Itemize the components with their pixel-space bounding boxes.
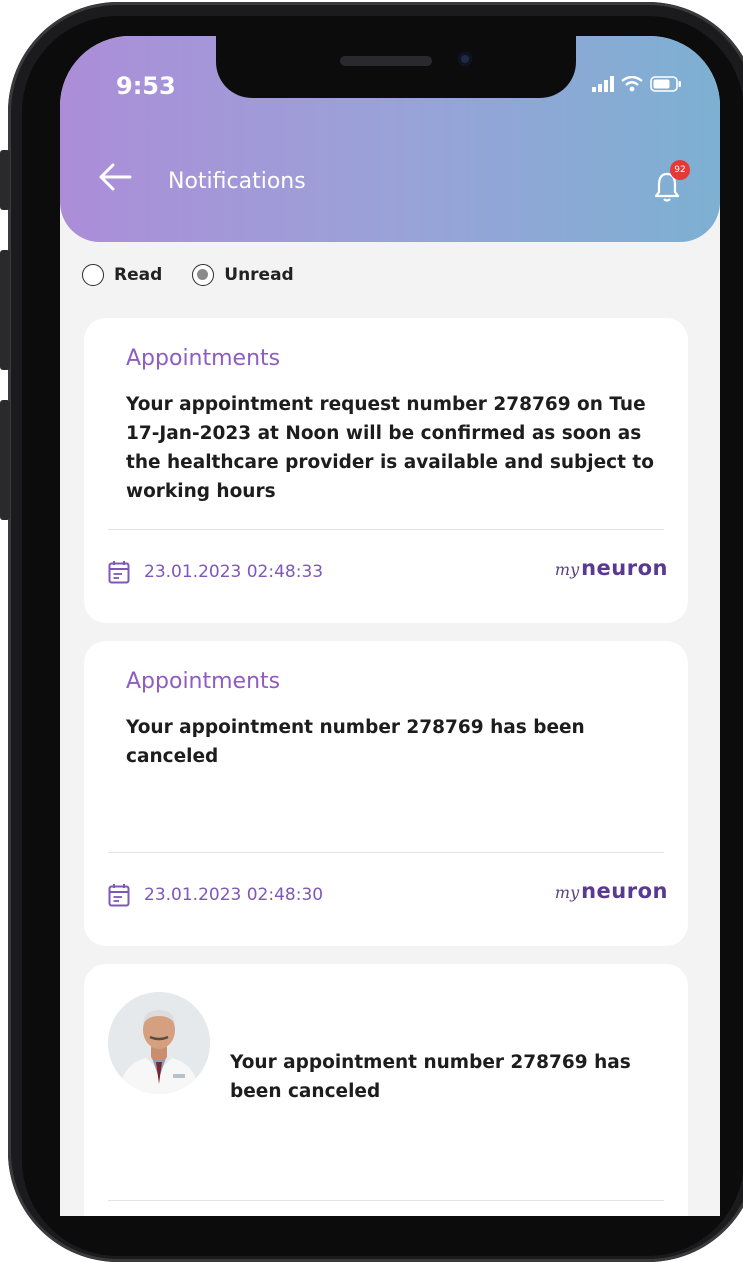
notification-date-row: 23.01.2023 02:48:30 bbox=[108, 883, 323, 907]
brand-neuron: neuron bbox=[581, 556, 668, 580]
card-divider bbox=[108, 852, 664, 853]
notification-message: Your appointment number 278769 has been … bbox=[230, 1052, 631, 1102]
notification-message: Your appointment request number 278769 o… bbox=[126, 394, 654, 502]
read-radio-circle[interactable] bbox=[82, 264, 104, 286]
myneuron-logo: my neuron bbox=[555, 879, 668, 903]
read-radio-label: Read bbox=[114, 265, 163, 285]
brand-my: my bbox=[554, 560, 580, 579]
notification-date-row: 23.01.2023 02:48:33 bbox=[108, 560, 323, 584]
notification-card[interactable]: Appointments Your appointment number 278… bbox=[84, 641, 688, 946]
notification-timestamp: 23.01.2023 02:48:30 bbox=[144, 885, 324, 905]
unread-radio-circle[interactable] bbox=[192, 264, 215, 286]
cellular-signal-icon bbox=[592, 76, 614, 92]
earpiece-speaker bbox=[340, 56, 432, 66]
notification-title: Appointments bbox=[126, 346, 281, 371]
calendar-icon bbox=[108, 561, 130, 584]
notification-count-badge: 92 bbox=[670, 160, 690, 180]
brand-my: my bbox=[554, 883, 580, 902]
front-camera bbox=[458, 52, 472, 66]
calendar-icon bbox=[108, 884, 130, 907]
unread-radio-label: Unread bbox=[224, 265, 294, 285]
notification-title: Appointments bbox=[126, 669, 281, 694]
status-icons bbox=[592, 76, 682, 92]
read-filter-group: Read Unread bbox=[82, 264, 324, 286]
doctor-avatar-image bbox=[108, 992, 210, 1094]
app-screen: 9:53 Notifications 92 Read Unread Appoin… bbox=[60, 36, 720, 1216]
notification-timestamp: 23.01.2023 02:48:33 bbox=[144, 562, 324, 582]
notification-card[interactable]: Your appointment number 278769 has been … bbox=[84, 964, 688, 1216]
read-radio[interactable]: Read bbox=[82, 264, 162, 286]
brand-neuron: neuron bbox=[581, 879, 668, 903]
doctor-avatar bbox=[108, 992, 210, 1094]
status-time: 9:53 bbox=[116, 72, 176, 100]
mute-switch bbox=[0, 150, 10, 210]
notification-message: Your appointment number 278769 has been … bbox=[126, 717, 585, 767]
volume-down-button bbox=[0, 400, 10, 520]
battery-icon bbox=[650, 76, 681, 92]
phone-notch bbox=[216, 36, 576, 98]
myneuron-logo: my neuron bbox=[555, 556, 668, 580]
page-title: Notifications bbox=[168, 169, 306, 194]
unread-radio[interactable]: Unread bbox=[192, 264, 294, 286]
card-divider bbox=[108, 529, 664, 530]
unread-radio-selected-dot bbox=[197, 269, 209, 280]
volume-up-button bbox=[0, 250, 10, 370]
wifi-icon bbox=[621, 76, 643, 92]
notification-card[interactable]: Appointments Your appointment request nu… bbox=[84, 318, 688, 623]
back-arrow-icon[interactable] bbox=[98, 162, 132, 192]
card-divider bbox=[108, 1200, 664, 1201]
